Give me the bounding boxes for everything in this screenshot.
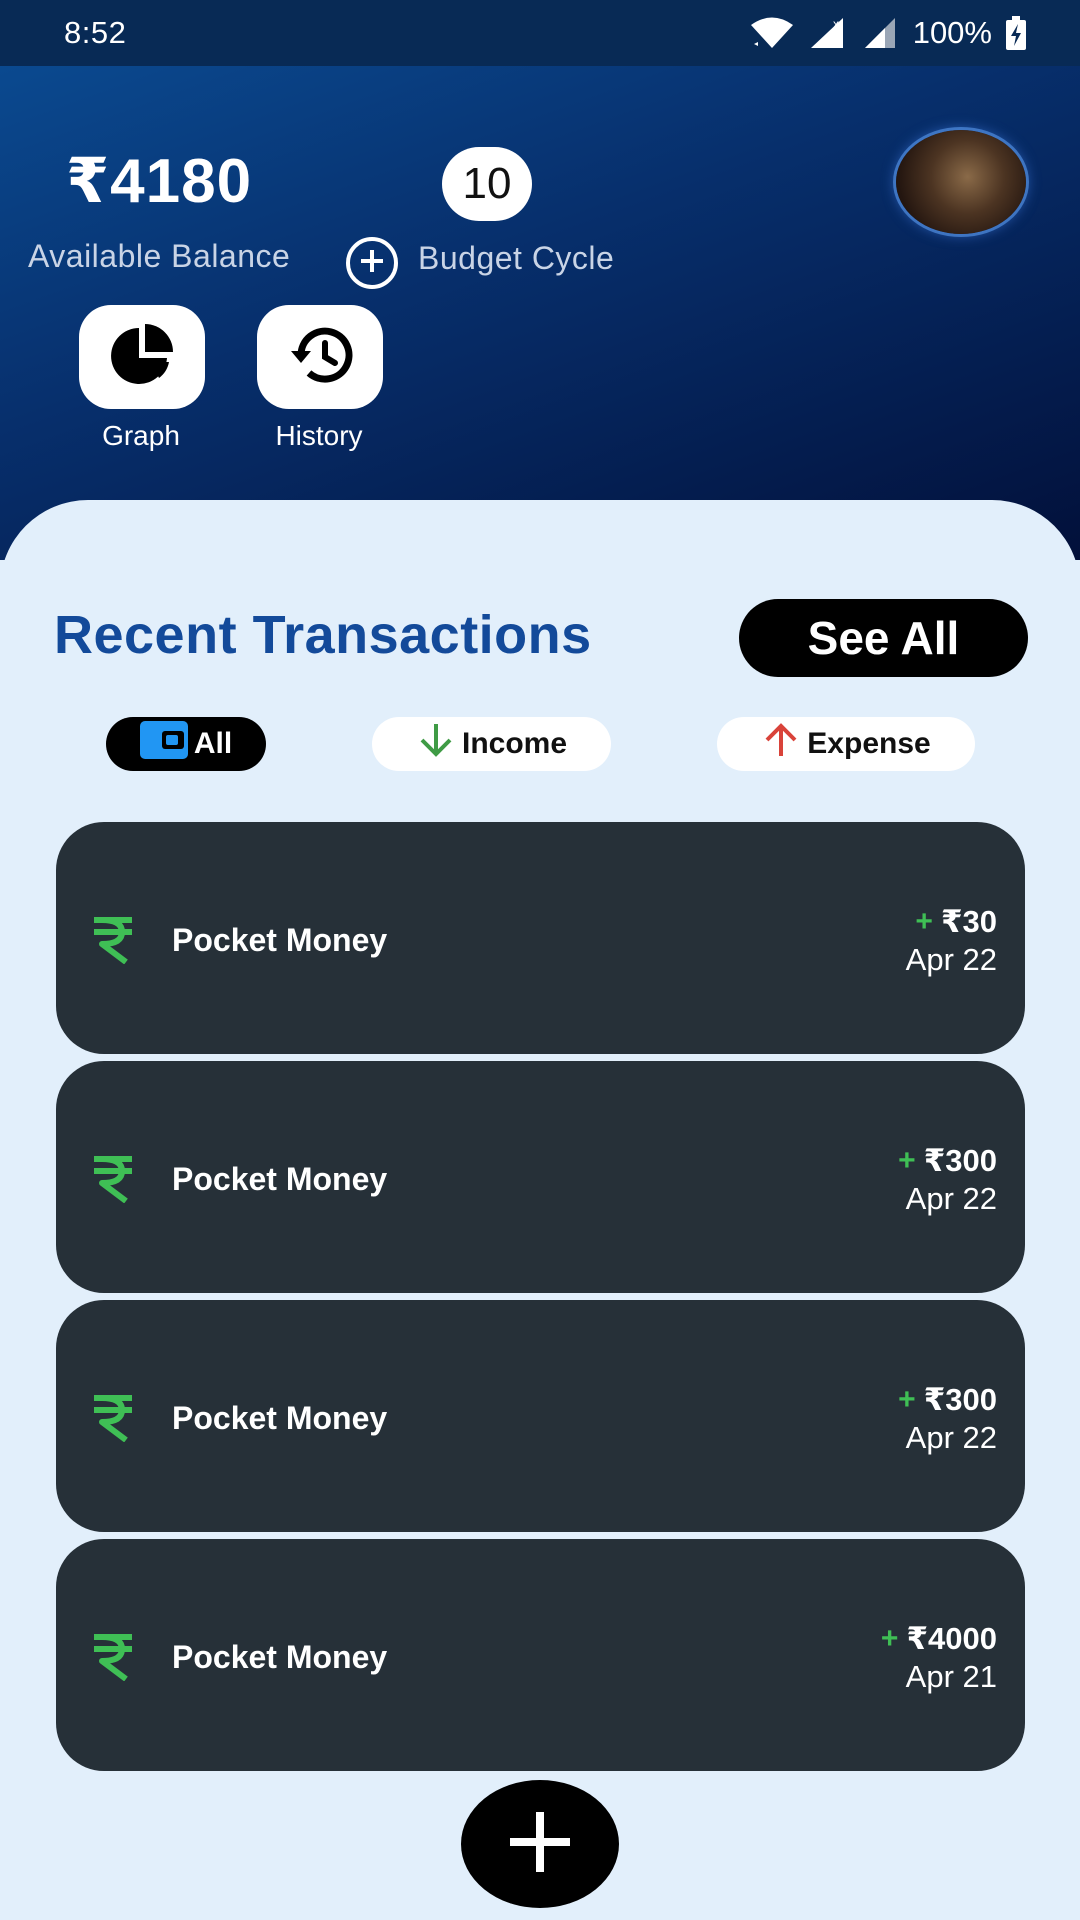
rupee-icon (92, 1155, 134, 1208)
transaction-card[interactable]: Pocket Money + ₹30 Apr 22 (56, 822, 1025, 1054)
transaction-title: Pocket Money (172, 1161, 388, 1197)
transaction-meta: + ₹30 Apr 22 (906, 904, 997, 978)
arrow-up-icon (761, 720, 801, 768)
transaction-amount: ₹300 (923, 1382, 997, 1417)
rupee-icon (92, 1633, 134, 1686)
income-sign: + (915, 905, 933, 938)
graph-button[interactable] (79, 305, 205, 409)
transaction-title: Pocket Money (172, 1400, 388, 1436)
add-cycle-button[interactable] (346, 237, 398, 289)
filter-all-label: All (193, 727, 233, 760)
avatar[interactable] (896, 130, 1026, 234)
battery-text: 100% (912, 15, 992, 50)
signal-icon: x (809, 16, 849, 50)
transaction-title: Pocket Money (172, 922, 388, 958)
balance-header: 8:52 x 100% ₹4180 Available Balance 10 B… (0, 0, 1080, 560)
status-time: 8:52 (64, 15, 127, 50)
status-bar: 8:52 x 100% (0, 0, 1080, 66)
plus-circle-icon (358, 247, 386, 280)
status-icons: x 100% (749, 15, 1026, 51)
section-title: Recent Transactions (54, 605, 592, 665)
transaction-amount: ₹4000 (906, 1621, 997, 1656)
filter-income-label: Income (461, 727, 568, 760)
income-sign: + (898, 1383, 916, 1416)
income-sign: + (880, 1622, 899, 1655)
budget-cycle-count: 10 (442, 147, 532, 221)
transaction-meta: + ₹300 Apr 22 (898, 1143, 997, 1217)
wifi-icon (749, 16, 795, 50)
transaction-date: Apr 22 (905, 1420, 997, 1455)
wallet-icon (139, 721, 188, 767)
transaction-date: Apr 22 (905, 1181, 997, 1216)
transaction-date: Apr 22 (905, 942, 997, 977)
arrow-down-icon (416, 720, 456, 768)
transaction-card[interactable]: Pocket Money + ₹300 Apr 22 (56, 1300, 1025, 1532)
transaction-card[interactable]: Pocket Money + ₹4000 Apr 21 (56, 1539, 1025, 1771)
svg-text:x: x (833, 17, 839, 31)
transaction-date: Apr 21 (905, 1659, 997, 1694)
filter-expense-label: Expense (807, 727, 931, 760)
balance-label: Available Balance (28, 238, 291, 274)
transaction-meta: + ₹4000 Apr 21 (881, 1621, 997, 1695)
plus-icon (508, 1810, 572, 1879)
transaction-card[interactable]: Pocket Money + ₹300 Apr 22 (56, 1061, 1025, 1293)
pie-chart-icon (107, 320, 177, 395)
history-icon (287, 325, 353, 390)
budget-cycle-label: Budget Cycle (418, 240, 615, 276)
rupee-icon (92, 916, 134, 969)
filter-all-chip[interactable]: All (106, 717, 266, 771)
app-screen: 8:52 x 100% ₹4180 Available Balance 10 B… (0, 0, 1080, 1920)
history-button[interactable] (257, 305, 383, 409)
signal-icon-secondary (863, 16, 899, 50)
transaction-amount: ₹300 (923, 1143, 997, 1178)
transaction-title: Pocket Money (172, 1639, 388, 1675)
balance-amount: ₹4180 (66, 147, 253, 216)
see-all-button[interactable]: See All (739, 599, 1028, 677)
graph-label: Graph (102, 420, 180, 451)
history-label: History (275, 420, 363, 451)
rupee-icon (92, 1394, 134, 1447)
battery-icon (1006, 16, 1026, 50)
transaction-meta: + ₹300 Apr 22 (898, 1382, 997, 1456)
filter-expense-chip[interactable]: Expense (717, 717, 975, 771)
income-sign: + (898, 1144, 916, 1177)
filter-income-chip[interactable]: Income (372, 717, 611, 771)
transaction-amount: ₹30 (940, 904, 997, 939)
add-transaction-button[interactable] (461, 1780, 619, 1908)
